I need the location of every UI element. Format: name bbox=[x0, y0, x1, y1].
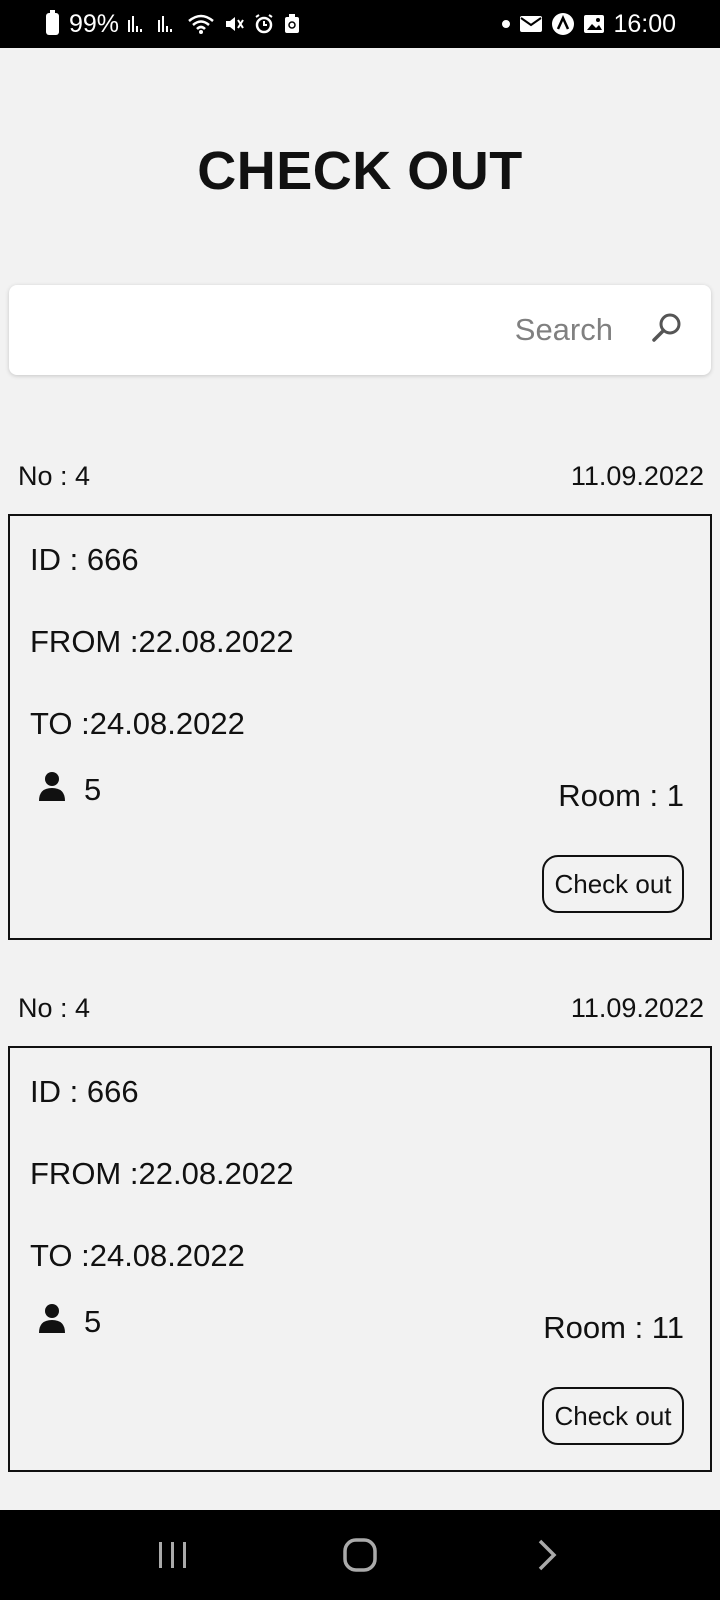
booking-date: 11.09.2022 bbox=[570, 461, 704, 491]
booking-card: ID : 666 FROM :22.08.2022 TO :24.08.2022… bbox=[8, 1046, 712, 1472]
booking-from: FROM :22.08.2022 bbox=[30, 1156, 294, 1191]
guest-count: 5 bbox=[38, 1303, 101, 1341]
booking-header: No : 4 11.09.2022 bbox=[18, 993, 704, 1024]
guest-count-value: 5 bbox=[84, 772, 102, 807]
booking-to: TO :24.08.2022 bbox=[30, 706, 245, 741]
battery-icon bbox=[46, 10, 59, 35]
person-icon bbox=[38, 771, 66, 809]
person-icon bbox=[38, 1303, 66, 1341]
back-icon[interactable] bbox=[507, 1525, 587, 1585]
booking-to: TO :24.08.2022 bbox=[30, 1238, 245, 1273]
booking-from: FROM :22.08.2022 bbox=[30, 624, 294, 659]
signal-icon bbox=[157, 14, 179, 34]
guest-count-value: 5 bbox=[84, 1304, 102, 1339]
home-icon[interactable] bbox=[320, 1525, 400, 1585]
booking-card: ID : 666 FROM :22.08.2022 TO :24.08.2022… bbox=[8, 514, 712, 940]
alarm-icon bbox=[253, 13, 275, 35]
status-bar: 99% 16:00 bbox=[0, 0, 720, 48]
battery-percent: 99% bbox=[69, 9, 120, 38]
signal-icon bbox=[127, 14, 149, 34]
booking-number: No : 4 bbox=[18, 993, 91, 1023]
dot-icon bbox=[501, 19, 511, 29]
navigation-bar bbox=[0, 1510, 720, 1600]
booking-date: 11.09.2022 bbox=[570, 993, 704, 1023]
check-out-button[interactable]: Check out bbox=[542, 1387, 684, 1445]
search-input[interactable] bbox=[111, 311, 615, 349]
booking-number: No : 4 bbox=[18, 461, 91, 491]
guest-count: 5 bbox=[38, 771, 101, 809]
recycle-icon bbox=[283, 13, 301, 35]
image-icon bbox=[583, 13, 605, 35]
status-right: 16:00 bbox=[501, 10, 676, 39]
room-number: Room : 1 bbox=[558, 778, 684, 813]
app-icon bbox=[551, 12, 575, 36]
clock: 16:00 bbox=[613, 9, 676, 38]
wifi-icon bbox=[187, 13, 215, 35]
mail-icon bbox=[519, 14, 543, 34]
status-left: 99% bbox=[46, 10, 301, 39]
recent-apps-icon[interactable] bbox=[133, 1525, 213, 1585]
booking-id: ID : 666 bbox=[30, 542, 139, 577]
search-icon[interactable] bbox=[649, 310, 685, 351]
room-number: Room : 11 bbox=[543, 1310, 684, 1345]
page-title: CHECK OUT bbox=[197, 141, 523, 201]
check-out-button[interactable]: Check out bbox=[542, 855, 684, 913]
booking-id: ID : 666 bbox=[30, 1074, 139, 1109]
booking-header: No : 4 11.09.2022 bbox=[18, 461, 704, 492]
search-bar[interactable] bbox=[9, 285, 711, 375]
mute-icon bbox=[223, 13, 245, 35]
